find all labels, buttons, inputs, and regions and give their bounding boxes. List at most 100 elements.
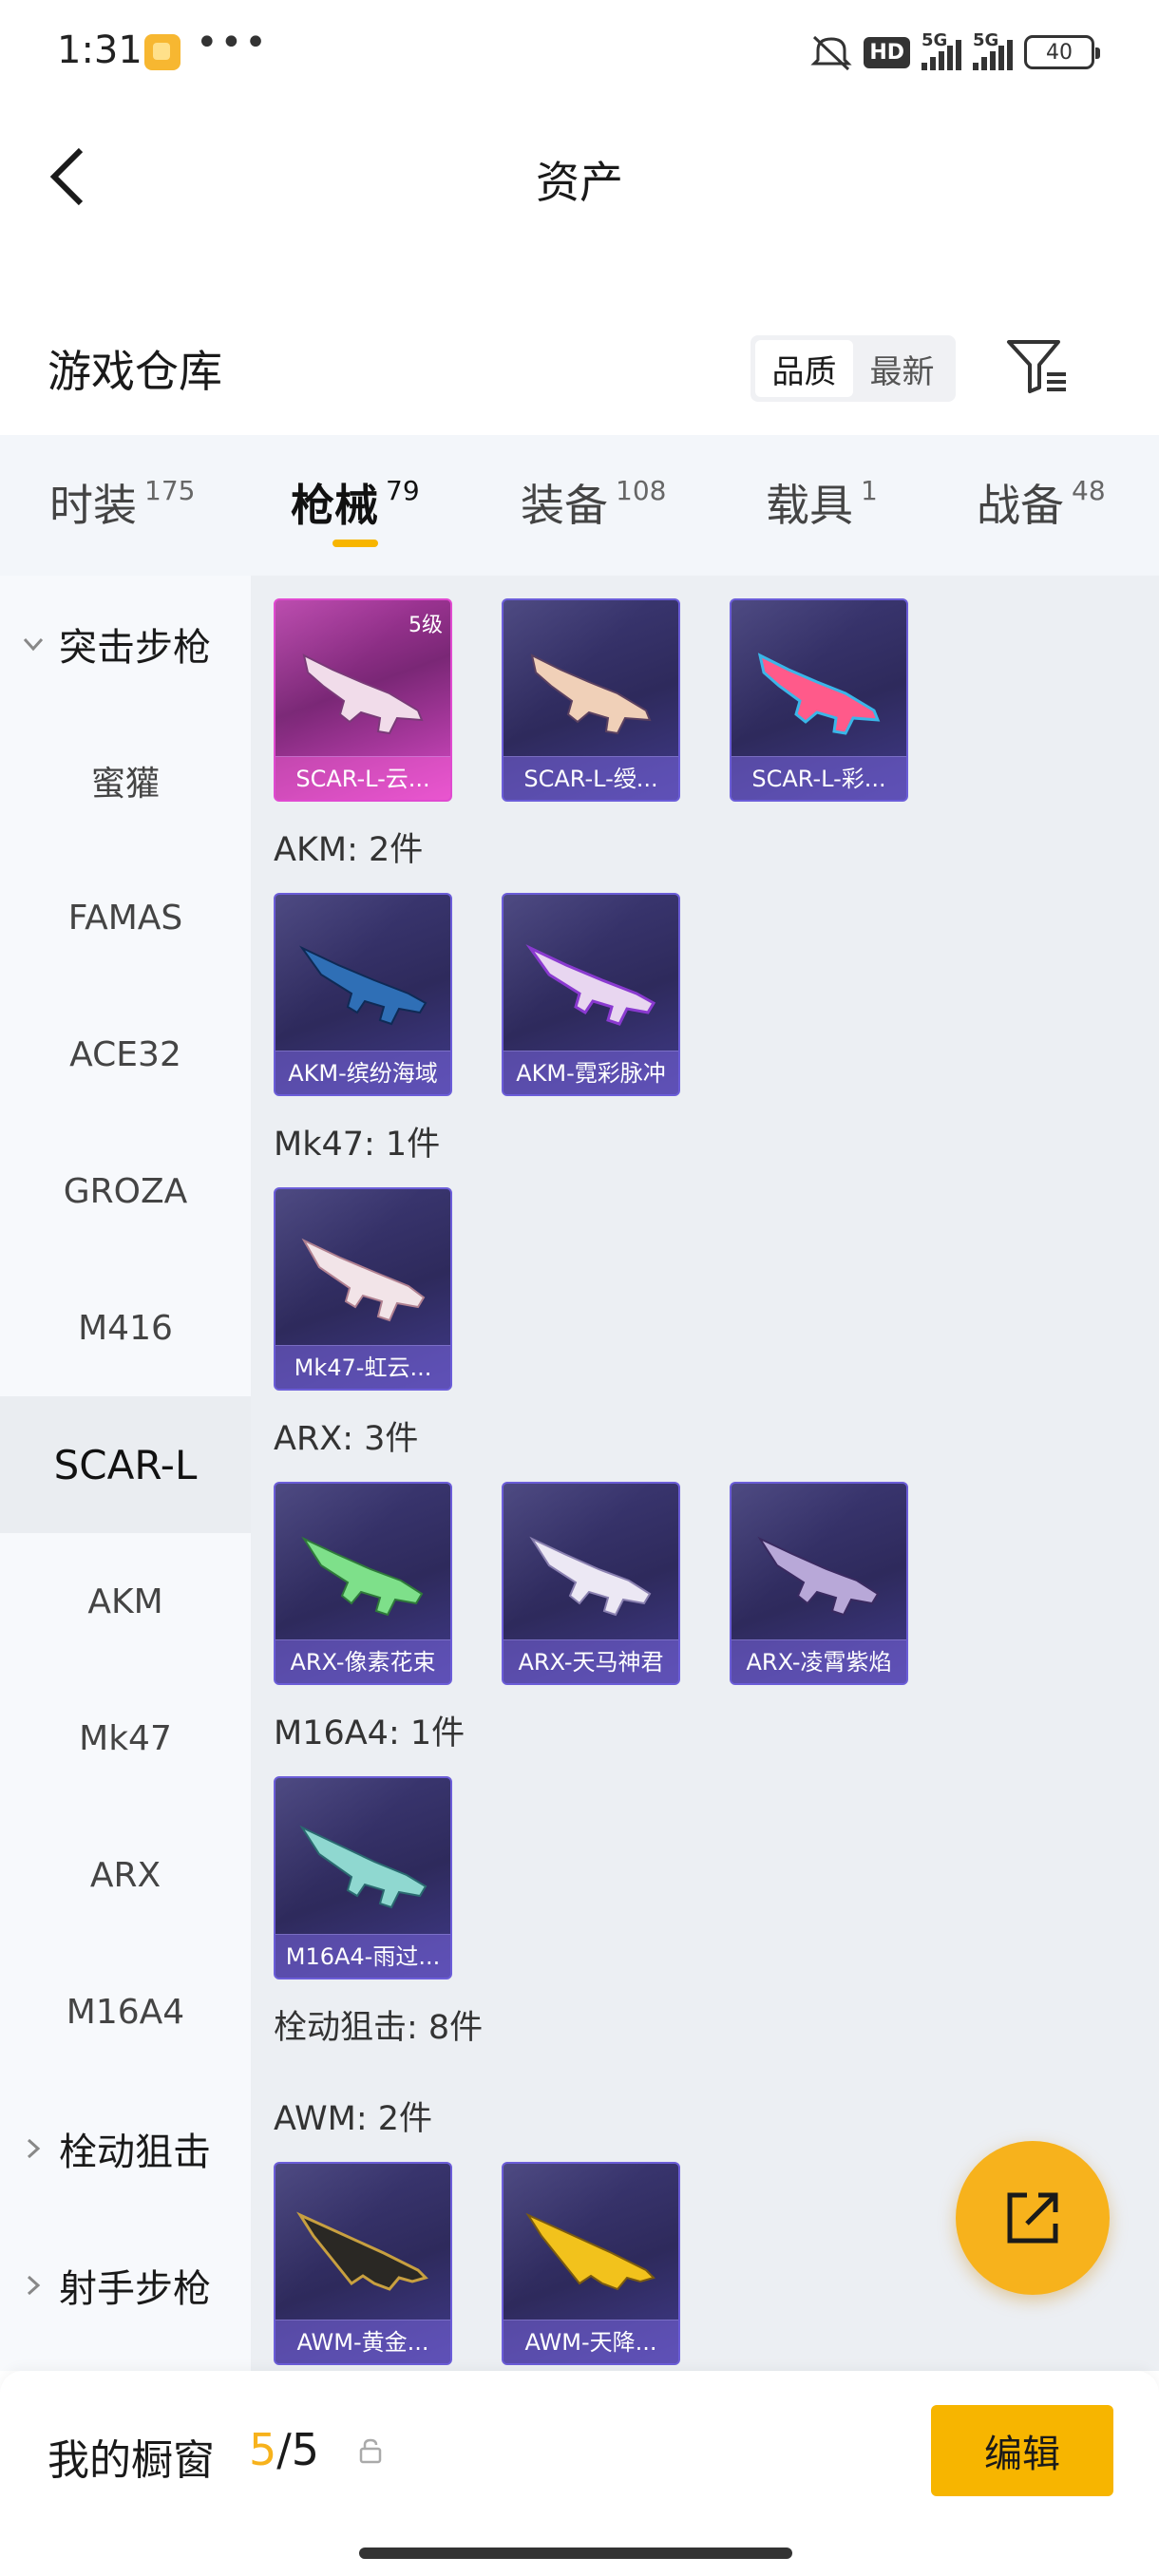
- weapon-card[interactable]: SCAR-L-绶...: [502, 598, 680, 802]
- lock-icon: [359, 2438, 382, 2464]
- sort-quality-button[interactable]: 品质: [755, 340, 853, 397]
- group-header: M16A4: 1件: [274, 1714, 466, 1752]
- sidebar-item[interactable]: ARX: [0, 1807, 251, 1943]
- sort-toggle: 品质 最新: [750, 335, 956, 402]
- notification-app-icon: [144, 34, 180, 70]
- network-type-2: 5G: [973, 30, 999, 50]
- home-indicator: [359, 2548, 792, 2559]
- group-header: ARX: 3件: [274, 1420, 419, 1458]
- tab-fashion[interactable]: 时装 175: [49, 471, 195, 534]
- tab-label: 战备: [977, 480, 1064, 531]
- battery-level: 40: [1046, 40, 1073, 65]
- sidebar-category-label: 栓动狙击: [59, 2131, 211, 2174]
- tab-count: 108: [616, 475, 667, 506]
- chevron-right-icon: [27, 2275, 41, 2296]
- tab-count: 48: [1072, 475, 1106, 506]
- filter-icon[interactable]: [1005, 336, 1070, 397]
- weapon-card[interactable]: ARX-凌霄紫焰: [730, 1482, 908, 1685]
- weapon-skin-icon: [530, 653, 652, 735]
- tab-firearms[interactable]: 枪械 79: [291, 471, 420, 534]
- weapon-skin-icon: [301, 1238, 426, 1322]
- level-badge: 5级: [408, 614, 443, 637]
- warehouse-title: 游戏仓库: [48, 346, 222, 397]
- weapon-skin-icon: [757, 653, 881, 735]
- weapon-card[interactable]: AWM-天降...: [502, 2162, 680, 2365]
- sidebar-item[interactable]: M16A4: [0, 1943, 251, 2080]
- weapon-skin-icon: [299, 1825, 428, 1909]
- sidebar-category-marksman[interactable]: 射手步枪: [0, 2217, 251, 2354]
- weapon-name: AWM-黄金...: [276, 2320, 450, 2363]
- page-title: 资产: [536, 157, 623, 208]
- tab-vehicles[interactable]: 载具 1: [766, 471, 878, 534]
- tab-combat-gear[interactable]: 战备 48: [977, 471, 1106, 534]
- weapon-name: SCAR-L-云...: [276, 756, 450, 800]
- sidebar-category-sniper[interactable]: 栓动狙击: [0, 2080, 251, 2217]
- weapon-grid: 5级 SCAR-L-云... SCAR-L-绶... SCAR-L-彩... A…: [251, 576, 1159, 2371]
- showcase-current: 5: [249, 2424, 277, 2475]
- battery-icon: 40: [1024, 35, 1100, 69]
- weapon-card[interactable]: SCAR-L-彩...: [730, 598, 908, 802]
- tab-equipment[interactable]: 装备 108: [521, 471, 666, 534]
- sidebar-category-label: 突击步枪: [59, 626, 211, 670]
- weapon-name: AWM-天降...: [504, 2320, 678, 2363]
- weapon-name: Mk47-虹云...: [276, 1345, 450, 1389]
- sidebar-item[interactable]: ACE32: [0, 986, 251, 1123]
- weapon-name: ARX-凌霄紫焰: [732, 1639, 906, 1683]
- tab-label: 载具: [766, 480, 853, 531]
- weapon-name: M16A4-雨过...: [276, 1934, 450, 1978]
- network-type: 5G: [922, 30, 948, 50]
- weapon-name: SCAR-L-彩...: [732, 756, 906, 800]
- tab-count: 79: [386, 475, 420, 506]
- weapon-skin-icon: [301, 1536, 424, 1617]
- weapon-card[interactable]: ARX-天马神君: [502, 1482, 680, 1685]
- group-header: Mk47: 1件: [274, 1126, 441, 1164]
- weapon-skin-icon: [525, 2212, 656, 2291]
- weapon-skin-icon: [296, 2211, 428, 2291]
- status-time: 1:31: [57, 28, 142, 72]
- signal-icon: 5G: [922, 30, 961, 70]
- weapon-skin-icon: [529, 1536, 652, 1617]
- weapon-skin-icon: [298, 945, 428, 1026]
- status-bar: 1:31 ••• HD 5G 5G 40: [0, 0, 1159, 104]
- weapon-card[interactable]: 5级 SCAR-L-云...: [274, 598, 452, 802]
- share-button[interactable]: [956, 2141, 1110, 2295]
- weapon-card[interactable]: AKM-霓彩脉冲: [502, 893, 680, 1096]
- weapon-name: ARX-像素花束: [276, 1639, 450, 1683]
- mute-icon: [810, 35, 852, 71]
- group-header: 栓动狙击: 8件: [274, 2009, 484, 2047]
- group-header: AWM: 2件: [274, 2100, 433, 2138]
- sort-newest-button[interactable]: 最新: [853, 340, 951, 397]
- edit-button[interactable]: 编辑: [931, 2405, 1113, 2496]
- weapon-name: SCAR-L-绶...: [504, 756, 678, 800]
- sidebar-item-selected[interactable]: SCAR-L: [0, 1396, 251, 1533]
- hd-voice-icon: HD: [864, 36, 910, 68]
- weapon-name: AKM-霓彩脉冲: [504, 1051, 678, 1094]
- signal-icon-2: 5G: [973, 30, 1013, 70]
- weapon-name: AKM-缤纷海域: [276, 1051, 450, 1094]
- showcase-label: 我的橱窗: [48, 2436, 215, 2485]
- weapon-skin-icon: [525, 944, 656, 1026]
- weapon-card[interactable]: Mk47-虹云...: [274, 1187, 452, 1391]
- weapon-card[interactable]: AKM-缤纷海域: [274, 893, 452, 1096]
- tab-count: 1: [861, 475, 878, 506]
- weapon-card[interactable]: M16A4-雨过...: [274, 1776, 452, 1979]
- tab-label: 装备: [521, 480, 608, 531]
- tab-label: 枪械: [291, 480, 378, 531]
- more-notifications-icon: •••: [196, 21, 269, 65]
- weapon-card[interactable]: AWM-黄金...: [274, 2162, 452, 2365]
- weapon-sidebar: 突击步枪 蜜獾 FAMAS ACE32 GROZA M416 SCAR-L AK…: [0, 576, 251, 2371]
- sidebar-category-label: 射手步枪: [59, 2267, 211, 2311]
- weapon-name: ARX-天马神君: [504, 1639, 678, 1683]
- weapon-card[interactable]: ARX-像素花束: [274, 1482, 452, 1685]
- sidebar-item[interactable]: 蜜獾: [0, 712, 251, 849]
- sidebar-item[interactable]: FAMAS: [0, 849, 251, 986]
- category-tabs: 时装 175 枪械 79 装备 108 载具 1 战备 48: [0, 435, 1159, 576]
- sidebar-item[interactable]: AKM: [0, 1533, 251, 1670]
- active-tab-indicator: [332, 540, 378, 547]
- sidebar-category-assault[interactable]: 突击步枪: [0, 576, 251, 712]
- tab-label: 时装: [49, 480, 137, 531]
- sidebar-item[interactable]: M416: [0, 1260, 251, 1396]
- sidebar-item[interactable]: Mk47: [0, 1670, 251, 1807]
- weapon-skin-icon: [302, 653, 424, 735]
- sidebar-item[interactable]: GROZA: [0, 1123, 251, 1260]
